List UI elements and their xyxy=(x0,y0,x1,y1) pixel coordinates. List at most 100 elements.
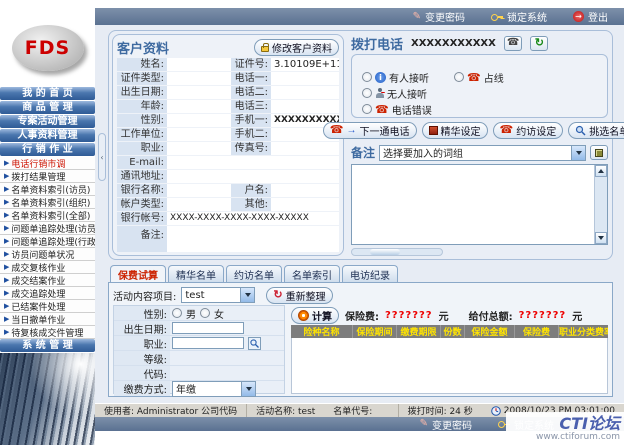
radio-circle[interactable] xyxy=(362,72,372,82)
birth-input[interactable] xyxy=(172,322,244,334)
scroll-up-button[interactable] xyxy=(595,165,607,177)
radio-no-answer[interactable]: 无人接听 xyxy=(362,85,454,101)
radio-answered[interactable]: i 有人接听 xyxy=(362,69,454,85)
sidebar-section-hr[interactable]: 人事资料管理 xyxy=(0,129,95,142)
lock-system-label: 锁定系统 xyxy=(507,9,547,24)
sidebar-item-agent-issue-status[interactable]: ▶访员问题单状况 xyxy=(0,248,95,261)
sidebar-item-list-index-org[interactable]: ▶名单资料索引(组织) xyxy=(0,196,95,209)
refresh-button[interactable]: ↻ 重新整理 xyxy=(266,287,332,304)
memo-field[interactable] xyxy=(167,226,339,252)
chevron-down-icon[interactable] xyxy=(241,382,255,396)
sidebar-section-products[interactable]: 商 品 管 理 xyxy=(0,101,95,114)
sidebar-section-campaigns[interactable]: 专案活动管理 xyxy=(0,115,95,128)
account-type-field[interactable] xyxy=(167,198,231,211)
chevron-down-icon[interactable] xyxy=(571,146,585,160)
account-holder-field[interactable] xyxy=(271,184,339,197)
id-number-field[interactable]: 3.10109E+11 xyxy=(271,58,339,71)
sidebar-item-issue-track-agent[interactable]: ▶问题单追踪处理(访员) xyxy=(0,222,95,235)
change-password-button-bottom[interactable]: ✎ 变更密码 xyxy=(420,417,472,431)
next-call-button[interactable]: ☎→下一通电话 xyxy=(323,122,417,139)
upper-panel: 客户资料 修改客户资料 姓名:证件号:3.10109E+11 证件类型:电话一:… xyxy=(108,30,613,260)
phone3-field[interactable] xyxy=(271,100,339,113)
arrow-icon: ▶ xyxy=(4,237,9,245)
name-field[interactable] xyxy=(167,58,231,71)
key-icon xyxy=(491,13,503,21)
horizontal-scrollbar[interactable] xyxy=(351,248,443,256)
tab-list-index[interactable]: 名单索引 xyxy=(284,265,340,282)
pay-method-select[interactable]: 年缴 xyxy=(172,381,256,397)
phone1-field[interactable] xyxy=(271,72,339,85)
age-field[interactable] xyxy=(167,100,231,113)
tab-appointment-list[interactable]: 约访名单 xyxy=(226,265,282,282)
occupation-field[interactable] xyxy=(167,142,231,155)
calculate-button[interactable]: 计算 xyxy=(291,307,339,324)
radio-wrong-number[interactable]: ☎ 电话错误 xyxy=(362,101,599,117)
save-phrase-button[interactable] xyxy=(590,145,608,160)
sidebar-item-same-day-cancel[interactable]: ▶当日撤单作业 xyxy=(0,313,95,326)
chevron-down-icon[interactable] xyxy=(240,288,254,302)
radio-circle[interactable] xyxy=(362,88,372,98)
job-search-icon[interactable] xyxy=(248,337,261,350)
change-password-button[interactable]: ✎ 变更密码 xyxy=(413,9,465,24)
sidebar-item-pending-review[interactable]: ▶待复核成交件管理 xyxy=(0,326,95,339)
sidebar-item-list-index-agent[interactable]: ▶名单资料索引(访员) xyxy=(0,183,95,196)
job-input[interactable] xyxy=(172,337,244,349)
fax-field[interactable] xyxy=(271,142,339,155)
employer-field[interactable] xyxy=(167,128,231,141)
lock-system-button[interactable]: 锁定系统 xyxy=(491,9,547,24)
gender-field[interactable] xyxy=(167,114,231,127)
error-phone-icon: ☎ xyxy=(375,104,389,115)
dial-phone-button[interactable]: ☎ xyxy=(504,36,522,51)
main-content: ‹ 客户资料 修改客户资料 姓名:证件号:3.10109E+11 证件类型:电话… xyxy=(95,25,624,403)
other-field[interactable] xyxy=(271,198,339,211)
sidebar-item-deal-tracking[interactable]: ▶成交追踪处理 xyxy=(0,287,95,300)
activity-select[interactable]: test xyxy=(181,287,255,303)
tab-call-records[interactable]: 电访纪录 xyxy=(342,265,398,282)
scrollbar-thumb[interactable] xyxy=(370,249,400,255)
address-field[interactable] xyxy=(167,170,339,183)
sidebar-item-deal-close[interactable]: ▶成交结案作业 xyxy=(0,274,95,287)
logo-text: FDS xyxy=(25,37,70,59)
female-radio[interactable] xyxy=(200,308,210,318)
sidebar-item-list-index-all[interactable]: ▶名单资料索引(全部) xyxy=(0,209,95,222)
calc-form: 性别: 男 女 出生日期: 职业: xyxy=(113,305,285,394)
sidebar-item-call-results[interactable]: ▶拨打结果管理 xyxy=(0,170,95,183)
sidebar-item-issue-track-admin[interactable]: ▶问题单追踪处理(行政) xyxy=(0,235,95,248)
phone2-field[interactable] xyxy=(271,86,339,99)
logout-button[interactable]: → 登出 xyxy=(573,9,608,24)
pay-method-row: 缴费方式: 年缴 xyxy=(114,381,284,396)
edit-customer-button[interactable]: 修改客户资料 xyxy=(254,39,339,56)
pick-list-button[interactable]: 挑选名单 xyxy=(568,122,624,139)
sidebar-item-closed-cases[interactable]: ▶已结案件处理 xyxy=(0,300,95,313)
phrase-select[interactable]: 选择要加入的词组 xyxy=(379,145,586,161)
bank-name-field[interactable] xyxy=(167,184,231,197)
tab-elite-list[interactable]: 精华名单 xyxy=(168,265,224,282)
redial-button[interactable]: ↻ xyxy=(530,36,548,51)
radio-circle[interactable] xyxy=(454,72,464,82)
sidebar-section-system[interactable]: 系 统 管 理 xyxy=(0,339,95,352)
customer-row: 年龄:电话三: xyxy=(117,100,339,113)
birth-field[interactable] xyxy=(167,86,231,99)
sidebar-item-telemarketing[interactable]: ▶电话行销市调 xyxy=(0,157,95,170)
arrow-icon: ▶ xyxy=(4,185,9,193)
email-field[interactable] xyxy=(167,156,339,169)
appointment-settings-button[interactable]: ☎约访设定 xyxy=(493,122,564,139)
note-label: 备注 xyxy=(351,144,375,161)
radio-circle[interactable] xyxy=(362,104,372,114)
radio-busy[interactable]: ☎ 占线 xyxy=(454,69,530,85)
bank-account-field[interactable]: XXXX-XXXX-XXXX-XXXX-XXXXX xyxy=(167,212,339,225)
elite-settings-button[interactable]: 精华设定 xyxy=(422,122,488,139)
sidebar-section-marketing[interactable]: 行 销 作 业 xyxy=(0,143,95,156)
sidebar-collapse-handle[interactable]: ‹ xyxy=(98,133,106,181)
job-row: 职业: xyxy=(114,336,284,351)
sidebar-item-deal-review[interactable]: ▶成交复核作业 xyxy=(0,261,95,274)
tab-premium-calc[interactable]: 保费试算 xyxy=(110,265,166,282)
male-radio[interactable] xyxy=(172,308,182,318)
sidebar-section-home[interactable]: 我 的 首 页 xyxy=(0,87,95,100)
note-textarea[interactable] xyxy=(351,164,608,245)
vertical-scrollbar[interactable] xyxy=(594,165,607,244)
id-type-field[interactable] xyxy=(167,72,231,85)
scroll-down-button[interactable] xyxy=(595,232,607,244)
activity-label: 活动内容项目: xyxy=(113,288,176,303)
premium-table-body xyxy=(291,338,608,394)
